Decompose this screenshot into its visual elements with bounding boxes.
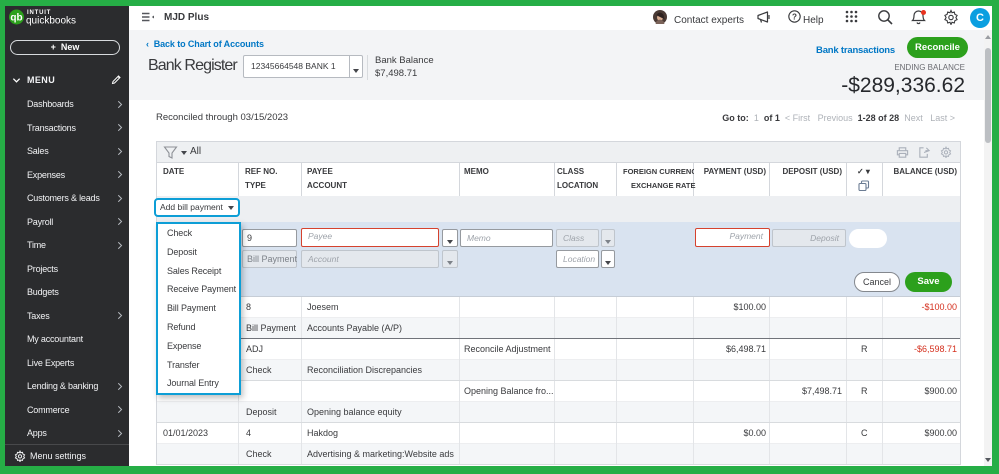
svg-text:qb: qb	[10, 13, 22, 24]
svg-text:?: ?	[792, 12, 797, 21]
svg-text:quickbooks: quickbooks	[26, 16, 76, 27]
